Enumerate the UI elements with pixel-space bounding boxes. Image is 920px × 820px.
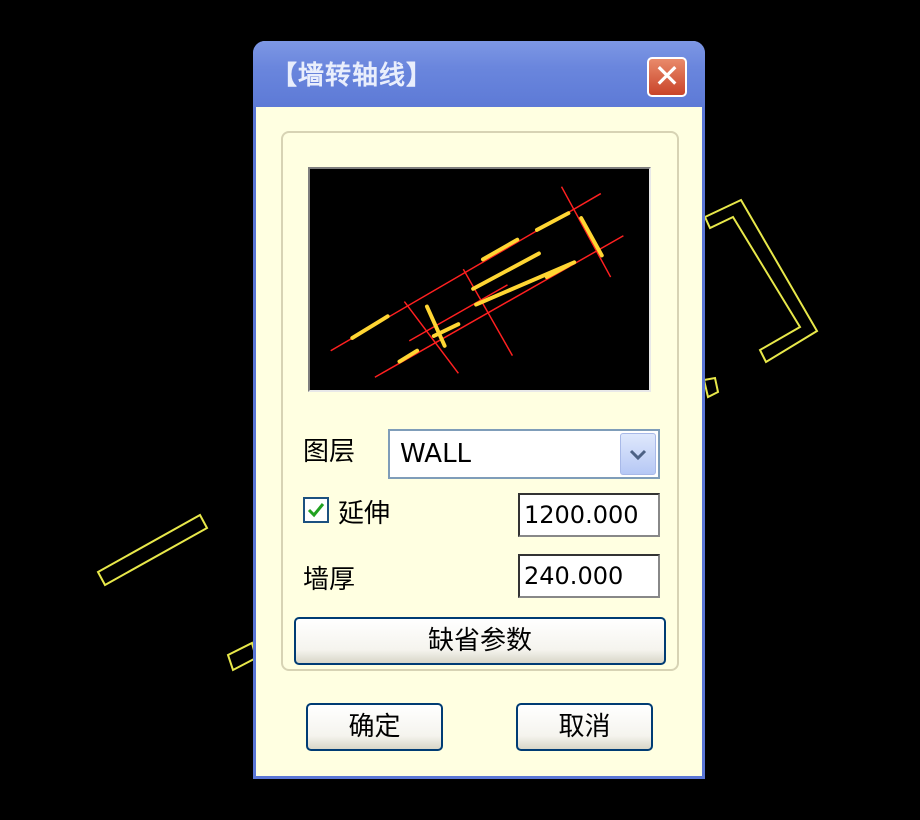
wall-outline-right — [703, 198, 819, 364]
dialog-title: 【墙转轴线】 — [271, 61, 434, 91]
layer-select-value: WALL — [400, 439, 472, 469]
thickness-label: 墙厚 — [303, 565, 356, 595]
cancel-button[interactable]: 取消 — [516, 703, 653, 751]
close-icon: ✕ — [653, 57, 681, 95]
extend-checkbox[interactable] — [303, 497, 329, 523]
close-button[interactable]: ✕ — [647, 57, 687, 97]
extend-length-input[interactable]: 1200.000 — [518, 493, 660, 537]
wall-outline-small — [702, 376, 720, 399]
wall-to-axis-dialog: 【墙转轴线】 ✕ 图层 WALL 延伸 1200.000 墙厚 240.000 … — [253, 41, 705, 779]
wall-outline-bottom — [226, 641, 258, 672]
preview-image — [308, 167, 651, 392]
layer-label: 图层 — [303, 437, 356, 467]
title-bar[interactable]: 【墙转轴线】 ✕ — [253, 41, 705, 107]
wall-thickness-input[interactable]: 240.000 — [518, 554, 660, 598]
extend-label: 延伸 — [338, 499, 391, 529]
ok-button[interactable]: 确定 — [306, 703, 443, 751]
dropdown-button[interactable] — [620, 433, 656, 475]
layer-select[interactable]: WALL — [388, 429, 660, 479]
default-parameters-button[interactable]: 缺省参数 — [294, 617, 666, 665]
chevron-down-icon — [629, 449, 647, 461]
checkmark-icon — [307, 503, 325, 518]
wall-outline-left — [96, 513, 209, 587]
